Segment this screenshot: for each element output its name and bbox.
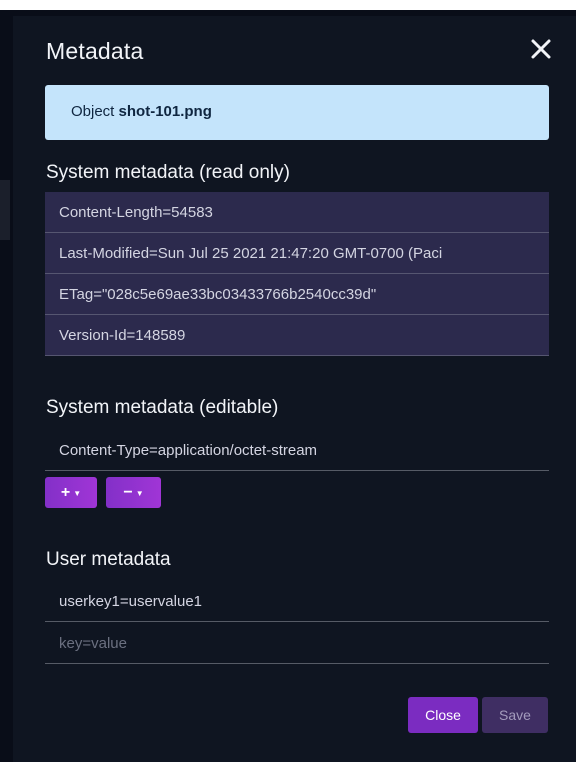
add-label: + xyxy=(60,483,71,501)
caret-down-icon: ▼ xyxy=(135,488,144,498)
object-info-text: Object shot-101.png xyxy=(71,103,212,120)
top-strip xyxy=(0,0,576,10)
system-readonly-list: Content-Length=54583 Last-Modified=Sun J… xyxy=(45,192,549,356)
user-metadata-heading: User metadata xyxy=(46,549,171,570)
close-icon-glyph xyxy=(531,39,551,59)
bottom-strip xyxy=(0,762,576,769)
close-icon[interactable] xyxy=(528,36,554,62)
caret-down-icon: ▼ xyxy=(73,488,82,498)
readonly-row: ETag="028c5e69ae33bc03433766b2540cc39d" xyxy=(45,274,549,315)
remove-metadata-button[interactable]: − ▼ xyxy=(106,477,161,508)
add-metadata-button[interactable]: + ▼ xyxy=(45,477,97,508)
system-editable-field[interactable]: Content-Type=application/octet-stream xyxy=(45,430,549,471)
readonly-row: Version-Id=148589 xyxy=(45,315,549,356)
dialog-title: Metadata xyxy=(46,38,144,64)
system-readonly-heading: System metadata (read only) xyxy=(46,162,290,183)
user-metadata-field[interactable]: userkey1=uservalue1 xyxy=(45,581,549,622)
background-sidebar-edge xyxy=(0,180,10,240)
object-prefix: Object xyxy=(71,103,115,120)
readonly-row: Content-Length=54583 xyxy=(45,192,549,233)
remove-label: − xyxy=(123,483,133,501)
object-name: shot-101.png xyxy=(118,103,212,120)
system-editable-heading: System metadata (editable) xyxy=(46,397,279,418)
close-button[interactable]: Close xyxy=(408,697,478,733)
object-info-box: Object shot-101.png xyxy=(45,85,549,140)
readonly-row: Last-Modified=Sun Jul 25 2021 21:47:20 G… xyxy=(45,233,549,274)
save-button[interactable]: Save xyxy=(482,697,548,733)
user-metadata-new-field[interactable]: key=value xyxy=(45,623,549,664)
